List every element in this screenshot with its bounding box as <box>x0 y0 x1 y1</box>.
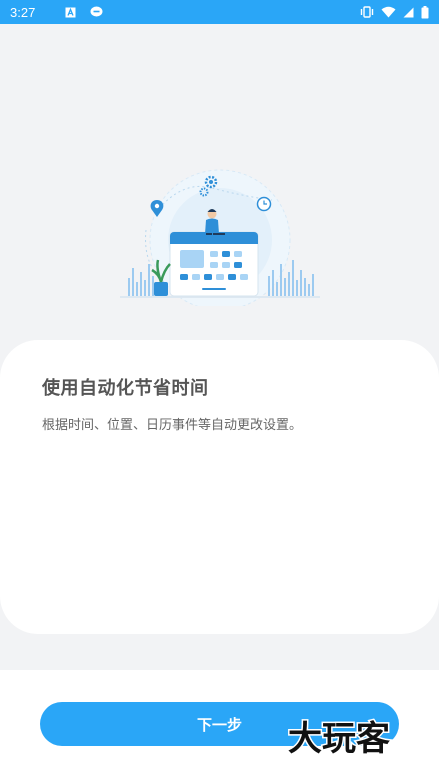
message-bubble-icon <box>90 6 103 18</box>
content-card: 使用自动化节省时间 根据时间、位置、日历事件等自动更改设置。 <box>0 340 439 634</box>
battery-icon <box>421 5 429 19</box>
automation-calendar-illustration <box>112 160 328 311</box>
status-time: 3:27 <box>10 4 36 20</box>
signal-icon <box>403 7 414 18</box>
watermark-logo: 大玩客 <box>287 712 428 762</box>
a-box-icon <box>65 7 76 18</box>
card-title: 使用自动化节省时间 <box>42 378 209 399</box>
wifi-icon <box>381 6 396 18</box>
svg-text:大玩客: 大玩客 <box>288 719 390 759</box>
card-description: 根据时间、位置、日历事件等自动更改设置。 <box>42 418 303 433</box>
status-bar: 3:27 <box>0 0 439 24</box>
vibrate-icon <box>360 6 374 18</box>
